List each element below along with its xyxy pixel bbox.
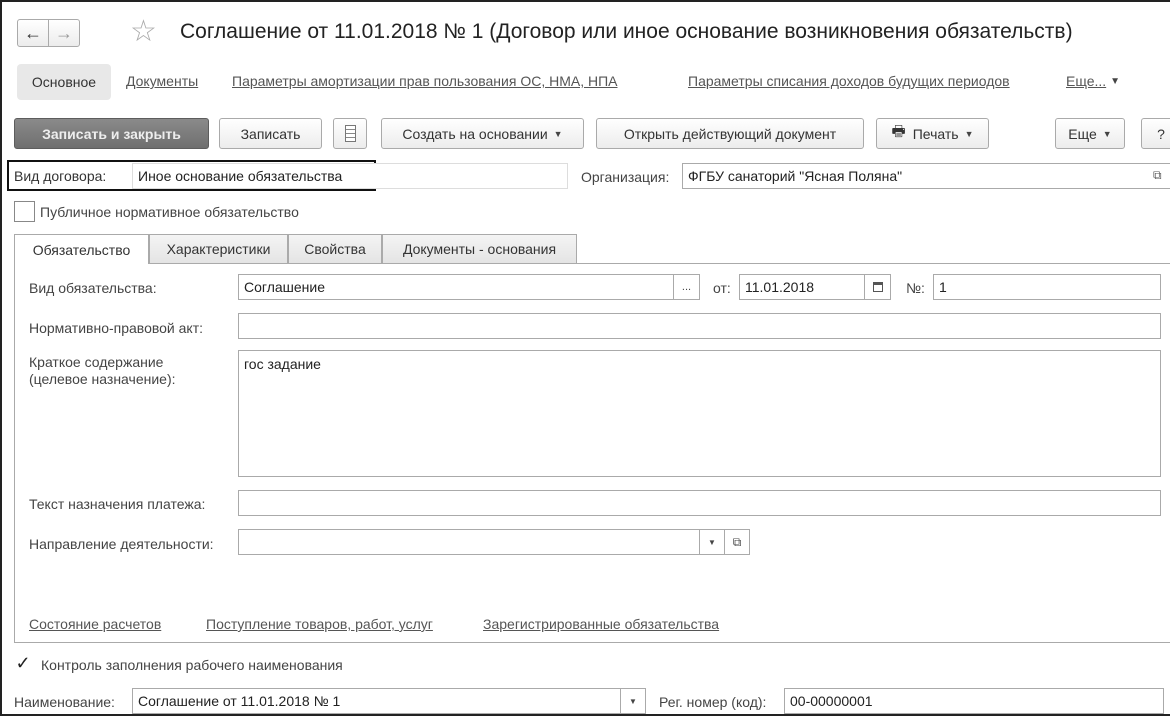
tab-properties-label: Свойства (304, 241, 366, 257)
arrow-left-icon: ← (24, 22, 42, 43)
back-button[interactable]: ← (17, 19, 49, 47)
calendar-button[interactable] (864, 274, 891, 300)
caret-down-icon: ▼ (553, 128, 563, 139)
create-based-on-label: Создать на основании (402, 125, 548, 142)
nav-tab-main-label: Основное (31, 74, 97, 90)
help-label: ? (1157, 125, 1165, 142)
settlements-link[interactable]: Состояние расчетов (29, 616, 161, 632)
date-value: 11.01.2018 (745, 279, 815, 295)
legal-act-label: Нормативно-правовой акт: (29, 320, 204, 336)
tab-basis-documents-label: Документы - основания (402, 241, 557, 257)
tab-obligation[interactable]: Обязательство (14, 234, 149, 264)
document-list-button[interactable] (333, 118, 367, 149)
open-organization-icon[interactable]: ⧉ (1153, 168, 1162, 183)
organization-field[interactable]: ФГБУ санаторий "Ясная Поляна" (682, 163, 1170, 189)
reg-number-value: 00-00000001 (790, 693, 873, 709)
registered-obligations-link[interactable]: Зарегистрированные обязательства (483, 616, 719, 632)
contract-type-label: Вид договора: (14, 168, 107, 184)
obligation-kind-field[interactable]: Соглашение (238, 274, 674, 300)
name-dropdown-button[interactable]: ▼ (620, 688, 646, 714)
caret-down-icon: ▼ (964, 128, 974, 139)
window-title: Соглашение от 11.01.2018 № 1 (Договор ил… (180, 20, 1073, 43)
direction-field[interactable] (238, 529, 700, 555)
number-label: №: (906, 280, 925, 296)
summary-label: Краткое содержание (целевое назначение): (29, 354, 176, 387)
direction-label: Направление деятельности: (29, 536, 214, 552)
printer-icon: 🖶 (891, 123, 906, 140)
print-label: Печать (912, 125, 959, 142)
name-field[interactable]: Соглашение от 11.01.2018 № 1 (132, 688, 621, 714)
date-field[interactable]: 11.01.2018 (739, 274, 865, 300)
save-label: Записать (240, 125, 301, 142)
nav-tab-amortization[interactable]: Параметры амортизации прав пользования О… (232, 73, 618, 89)
name-label: Наименование: (14, 694, 115, 710)
caret-down-icon: ▼ (1102, 128, 1112, 139)
open-form-icon: ⧉ (732, 534, 742, 549)
control-checkbox[interactable]: ✓ (14, 654, 32, 672)
caret-down-icon: ▼ (708, 537, 716, 547)
organization-value: ФГБУ санаторий "Ясная Поляна" (688, 168, 903, 184)
forward-button[interactable]: → (48, 19, 80, 47)
summary-value: гос задание (244, 356, 321, 372)
contract-type-value: Иное основание обязательства (138, 168, 343, 184)
nav-more-label: Еще... (1066, 73, 1107, 89)
number-field[interactable]: 1 (933, 274, 1161, 300)
caret-down-icon: ▼ (629, 696, 637, 706)
from-date-label: от: (713, 280, 731, 296)
name-value: Соглашение от 11.01.2018 № 1 (138, 693, 341, 709)
public-obligation-label: Публичное нормативное обязательство (40, 204, 299, 220)
organization-label: Организация: (581, 169, 670, 185)
tab-obligation-label: Обязательство (32, 241, 131, 258)
calendar-icon (872, 282, 883, 292)
contract-type-field[interactable]: Иное основание обязательства (132, 163, 568, 189)
tab-characteristics-label: Характеристики (166, 241, 271, 257)
nav-tab-deferred[interactable]: Параметры списания доходов будущих перио… (688, 73, 1010, 89)
more-button[interactable]: Еще ▼ (1055, 118, 1125, 149)
help-button[interactable]: ? (1141, 118, 1170, 149)
obligation-kind-value: Соглашение (244, 279, 326, 295)
direction-dropdown-button[interactable]: ▼ (699, 529, 725, 555)
number-value: 1 (939, 279, 947, 295)
obligation-kind-label: Вид обязательства: (29, 280, 157, 296)
print-button[interactable]: 🖶 Печать ▼ (876, 118, 989, 149)
reg-number-field[interactable]: 00-00000001 (784, 688, 1164, 714)
payment-text-label: Текст назначения платежа: (29, 496, 206, 512)
save-and-close-label: Записать и закрыть (42, 125, 181, 142)
payment-text-field[interactable] (238, 490, 1161, 516)
direction-open-button[interactable]: ⧉ (724, 529, 750, 555)
obligation-kind-select-button[interactable]: ... (673, 274, 700, 300)
more-label: Еще (1068, 125, 1097, 142)
control-label: Контроль заполнения рабочего наименовани… (41, 657, 343, 673)
open-current-document-label: Открыть действующий документ (623, 125, 837, 142)
list-icon (344, 125, 356, 142)
legal-act-field[interactable] (238, 313, 1161, 339)
arrow-right-icon: → (55, 22, 73, 43)
nav-tab-main[interactable]: Основное (17, 64, 111, 100)
open-current-document-button[interactable]: Открыть действующий документ (596, 118, 864, 149)
tab-properties[interactable]: Свойства (288, 234, 382, 263)
save-and-close-button[interactable]: Записать и закрыть (14, 118, 209, 149)
nav-more-menu[interactable]: Еще... ▼ (1066, 73, 1120, 89)
triangle-down-icon: ▼ (1110, 75, 1121, 87)
favorite-star-icon[interactable]: ☆ (130, 17, 157, 47)
summary-textarea[interactable]: гос задание (238, 350, 1161, 477)
document-window: ← → ☆ Соглашение от 11.01.2018 № 1 (Дого… (0, 0, 1170, 716)
ellipsis-icon: ... (681, 281, 692, 293)
save-button[interactable]: Записать (219, 118, 322, 149)
create-based-on-button[interactable]: Создать на основании ▼ (381, 118, 584, 149)
receipts-link[interactable]: Поступление товаров, работ, услуг (206, 616, 433, 632)
checkmark-icon: ✓ (15, 653, 31, 673)
tab-characteristics[interactable]: Характеристики (149, 234, 288, 263)
reg-number-label: Рег. номер (код): (659, 694, 767, 710)
public-obligation-checkbox[interactable] (14, 201, 35, 222)
nav-tab-documents[interactable]: Документы (126, 73, 198, 89)
tab-basis-documents[interactable]: Документы - основания (382, 234, 577, 263)
